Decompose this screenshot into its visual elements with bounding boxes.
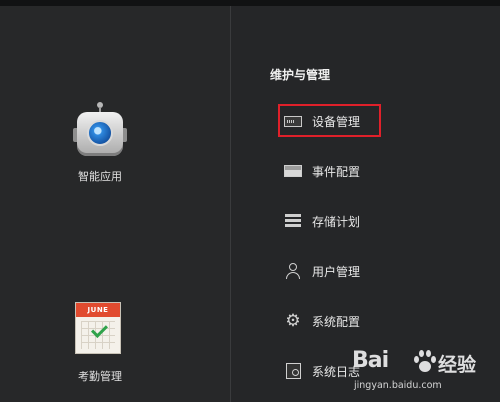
calendar-month-label: JUNE: [76, 303, 120, 317]
menu-item-label: 事件配置: [312, 164, 361, 179]
watermark-brand-suffix: 经验: [438, 354, 477, 376]
app-tile-smart-application[interactable]: 智能应用: [55, 102, 145, 184]
app-tile-label: 考勤管理: [78, 370, 122, 383]
baidu-watermark: Bai 经验 jingyan.baidu.com: [352, 346, 498, 400]
section-title: 维护与管理: [270, 68, 331, 82]
menu-item-label: 存储计划: [312, 214, 361, 229]
watermark-url: jingyan.baidu.com: [354, 380, 442, 391]
menu-item-label: 用户管理: [312, 264, 361, 279]
log-icon: [283, 362, 303, 380]
menu-item-device-management[interactable]: 设备管理: [283, 110, 393, 132]
menu-item-storage-schedule[interactable]: 存储计划: [283, 210, 393, 232]
event-icon: [283, 162, 303, 180]
calendar-icon: JUNE: [73, 302, 127, 358]
storage-icon: [283, 212, 303, 230]
menu-item-event-configuration[interactable]: 事件配置: [283, 160, 393, 182]
user-icon: [283, 262, 303, 280]
watermark-brand: Bai: [352, 348, 389, 373]
menu-item-user-management[interactable]: 用户管理: [283, 260, 393, 282]
menu-item-label: 系统配置: [312, 314, 361, 329]
gear-icon: ⚙: [285, 311, 301, 331]
menu-item-system-configuration[interactable]: ⚙ 系统配置: [283, 310, 393, 332]
menu-item-label: 设备管理: [312, 114, 361, 129]
robot-icon: [73, 102, 127, 158]
app-tile-label: 智能应用: [78, 170, 122, 183]
device-icon: [283, 112, 303, 130]
app-tile-attendance-management[interactable]: JUNE 考勤管理: [55, 302, 145, 384]
paw-icon: [412, 348, 438, 374]
